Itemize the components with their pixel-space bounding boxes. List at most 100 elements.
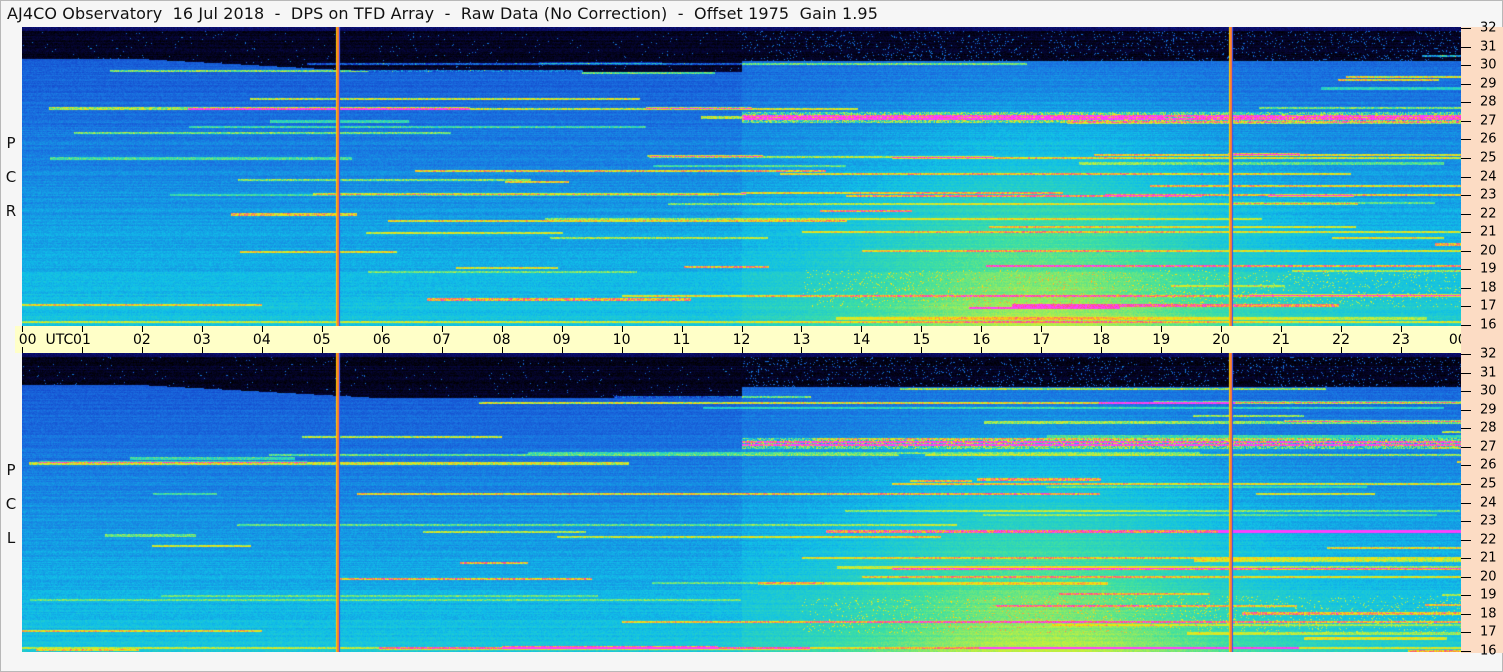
lcp-heatmap-canvas <box>22 353 1461 652</box>
time-tick-label: 15 <box>912 332 931 348</box>
freq-tick-label: 31 <box>1480 365 1497 381</box>
spectrogram-window: AJ4CO Observatory 16 Jul 2018 - DPS on T… <box>0 0 1503 672</box>
freq-tick <box>1461 354 1471 355</box>
freq-tick-label: 21 <box>1480 224 1497 240</box>
freq-tick <box>1461 613 1471 615</box>
lcp-spectrogram <box>22 353 1461 652</box>
freq-tick-label: 32 <box>1480 20 1497 36</box>
time-tick-label: 10 <box>612 332 631 348</box>
freq-tick <box>1461 558 1471 560</box>
freq-tick-label: 23 <box>1480 513 1497 529</box>
time-tick-label: 14 <box>852 332 871 348</box>
freq-tick <box>1461 306 1471 308</box>
freq-tick-label: 28 <box>1480 420 1497 436</box>
freq-tick <box>1461 269 1471 271</box>
freq-tick-label: 20 <box>1480 569 1497 585</box>
rcp-label: P C R <box>4 126 18 228</box>
freq-tick-label: 18 <box>1480 280 1497 296</box>
rcp-label-letter: C <box>5 168 17 186</box>
time-tick-label: 06 <box>372 332 391 348</box>
time-tick-label: 17 <box>1032 332 1051 348</box>
freq-tick <box>1461 83 1471 85</box>
freq-tick-label: 30 <box>1480 383 1497 399</box>
time-tick-label: 00 UTC <box>18 332 74 348</box>
time-tick-label: 02 <box>132 332 151 348</box>
freq-tick <box>1461 391 1471 393</box>
freq-tick <box>1461 595 1471 597</box>
time-tick-label: 01 <box>73 332 91 348</box>
freq-tick-label: 19 <box>1480 587 1497 603</box>
lcp-label: P C L <box>4 453 18 555</box>
freq-tick <box>1461 483 1471 485</box>
freq-tick-label: 18 <box>1480 606 1497 622</box>
freq-tick-label: 19 <box>1480 261 1497 277</box>
freq-tick <box>1461 539 1471 541</box>
freq-tick-label: 24 <box>1480 495 1497 510</box>
freq-tick <box>1461 102 1471 104</box>
freq-tick-label: 32 <box>1480 346 1497 362</box>
freq-tick <box>1461 446 1471 448</box>
freq-tick <box>1461 195 1471 197</box>
lcp-label-letter: P <box>6 461 16 479</box>
freq-tick-label: 27 <box>1480 113 1497 129</box>
freq-tick-label: 23 <box>1480 187 1497 203</box>
time-tick-label: 04 <box>252 332 271 348</box>
time-tick-label: 11 <box>672 332 691 348</box>
freq-tick <box>1461 176 1471 178</box>
freq-tick <box>1461 465 1471 467</box>
freq-tick <box>1461 502 1471 504</box>
freq-tick <box>1461 28 1471 29</box>
time-tick-label: 09 <box>552 332 571 348</box>
freq-tick-label: 17 <box>1480 624 1497 640</box>
freq-tick <box>1461 632 1471 634</box>
freq-tick <box>1461 120 1471 122</box>
lcp-label-letter: C <box>5 495 17 513</box>
freq-tick <box>1461 287 1471 289</box>
freq-tick <box>1461 409 1471 411</box>
freq-tick-label: 22 <box>1480 206 1497 222</box>
freq-tick-label: 26 <box>1480 131 1497 147</box>
freq-tick-label: 29 <box>1480 402 1497 418</box>
rcp-heatmap-canvas <box>22 27 1461 326</box>
freq-tick-label: 21 <box>1480 550 1497 566</box>
freq-tick <box>1461 428 1471 430</box>
rcp-label-letter: R <box>5 202 17 220</box>
time-tick-label: 03 <box>192 332 211 348</box>
freq-tick-label: 17 <box>1480 298 1497 314</box>
time-tick-label: 22 <box>1332 332 1350 348</box>
time-axis: 00 UTC 01 02 03 04 05 06 07 08 09 10 11 12 13 14 15 16 17… <box>15 326 1501 353</box>
freq-tick-label: 16 <box>1480 317 1497 333</box>
freq-tick <box>1461 65 1471 67</box>
freq-tick <box>1461 139 1471 141</box>
time-tick-label: 12 <box>732 332 751 348</box>
chart-title: AJ4CO Observatory 16 Jul 2018 - DPS on T… <box>7 4 878 23</box>
time-tick-label: 18 <box>1092 332 1111 348</box>
freq-tick-label: 28 <box>1480 94 1497 110</box>
freq-tick-label: 29 <box>1480 76 1497 92</box>
time-tick-label: 19 <box>1152 332 1171 348</box>
freq-tick-label: 16 <box>1480 643 1497 659</box>
time-tick-label: 21 <box>1272 332 1291 348</box>
freq-tick-label: 25 <box>1480 476 1497 492</box>
freq-tick <box>1461 325 1471 326</box>
time-tick-label: 16 <box>972 332 991 348</box>
freq-tick <box>1461 372 1471 374</box>
freq-tick <box>1461 213 1471 215</box>
freq-tick <box>1461 232 1471 234</box>
freq-tick-label: 25 <box>1480 150 1497 166</box>
time-tick-label: 23 <box>1392 332 1410 348</box>
rcp-spectrogram <box>22 27 1461 326</box>
freq-tick <box>1461 651 1471 652</box>
time-tick-label: 07 <box>432 332 451 348</box>
lcp-label-letter: L <box>6 529 16 547</box>
time-tick-label: 05 <box>312 332 331 348</box>
freq-tick <box>1461 46 1471 48</box>
freq-tick-label: 20 <box>1480 243 1497 259</box>
freq-tick-label: 27 <box>1480 439 1497 455</box>
time-tick-label: 08 <box>492 332 511 348</box>
freq-tick-label: 24 <box>1480 169 1497 184</box>
freq-tick <box>1461 250 1471 252</box>
freq-tick-label: 30 <box>1480 57 1497 73</box>
rcp-label-letter: P <box>6 134 16 152</box>
freq-tick-label: 22 <box>1480 532 1497 548</box>
